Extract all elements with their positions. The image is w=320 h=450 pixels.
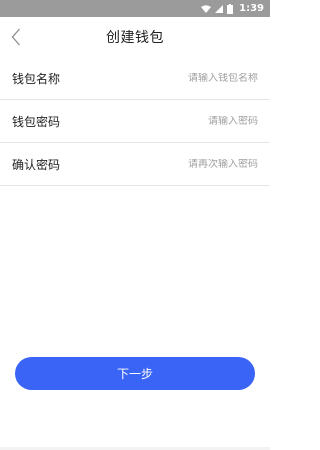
wifi-icon [201, 4, 212, 13]
wallet-password-label: 钱包密码 [12, 114, 61, 129]
nav-bar: 创建钱包 [0, 17, 270, 57]
confirm-password-input[interactable] [138, 158, 258, 170]
signal-icon [215, 4, 224, 13]
wallet-form: 钱包名称 钱包密码 确认密码 [0, 57, 270, 186]
status-icons [201, 3, 234, 14]
confirm-password-row: 确认密码 [0, 143, 270, 186]
battery-icon [227, 3, 234, 14]
confirm-password-label: 确认密码 [12, 157, 61, 172]
wallet-password-row: 钱包密码 [0, 100, 270, 143]
wallet-name-input[interactable] [138, 72, 258, 84]
wallet-password-input[interactable] [138, 115, 258, 127]
page-title: 创建钱包 [106, 30, 164, 46]
status-bar: 1:39 [0, 0, 270, 17]
wallet-name-row: 钱包名称 [0, 57, 270, 100]
next-button[interactable]: 下一步 [15, 357, 255, 390]
chevron-left-icon [11, 28, 20, 46]
wallet-name-label: 钱包名称 [12, 71, 61, 86]
back-button[interactable] [8, 27, 24, 47]
status-time: 1:39 [239, 3, 264, 14]
